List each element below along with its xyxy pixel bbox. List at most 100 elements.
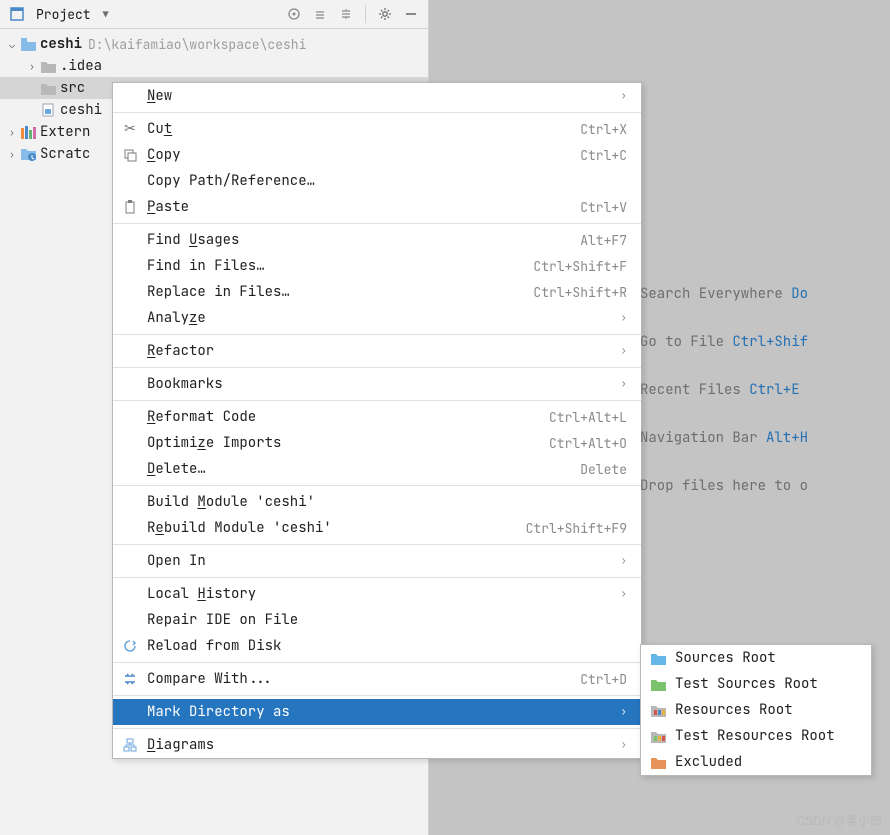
hint-drop-files: Drop files here to o — [640, 462, 890, 510]
submenu-arrow-icon: › — [620, 554, 627, 568]
submenu-arrow-icon: › — [620, 738, 627, 752]
menu-diagrams[interactable]: Diagrams› — [113, 732, 641, 758]
divider — [365, 5, 366, 23]
hint-recent-files: Recent Files Ctrl+E — [640, 366, 890, 414]
menu-copy[interactable]: CopyCtrl+C — [113, 142, 641, 168]
reload-icon — [121, 637, 139, 655]
chevron-right-icon[interactable]: › — [24, 60, 40, 73]
copy-icon — [121, 146, 139, 164]
submenu-mark-directory: Sources Root Test Sources Root Resources… — [640, 644, 872, 776]
folder-resources-icon — [649, 701, 667, 719]
submenu-sources-root[interactable]: Sources Root — [641, 645, 871, 671]
iml-file-icon — [40, 102, 56, 118]
tree-path: D:\kaifamiao\workspace\ceshi — [88, 36, 306, 53]
chevron-down-icon[interactable]: ⌄ — [4, 38, 20, 51]
folder-icon — [40, 58, 56, 74]
menu-replace-in-files[interactable]: Replace in Files…Ctrl+Shift+R — [113, 279, 641, 305]
project-toolbar: Project ▼ — [0, 0, 428, 29]
welcome-hints: Search Everywhere Do Go to File Ctrl+Shi… — [640, 270, 890, 510]
menu-separator — [113, 485, 641, 486]
submenu-test-resources-root[interactable]: Test Resources Root — [641, 723, 871, 749]
menu-optimize[interactable]: Optimize ImportsCtrl+Alt+O — [113, 430, 641, 456]
shortcut: Ctrl+D — [580, 671, 627, 688]
shortcut: Ctrl+C — [580, 147, 627, 164]
menu-repair[interactable]: Repair IDE on File — [113, 607, 641, 633]
menu-reformat[interactable]: Reformat CodeCtrl+Alt+L — [113, 404, 641, 430]
locate-icon[interactable] — [283, 3, 305, 25]
shortcut: Ctrl+Shift+F — [533, 258, 627, 275]
menu-reload[interactable]: Reload from Disk — [113, 633, 641, 659]
menu-bookmarks[interactable]: Bookmarks› — [113, 371, 641, 397]
menu-analyze[interactable]: Analyze› — [113, 305, 641, 331]
tree-node[interactable]: › .idea — [0, 55, 428, 77]
menu-separator — [113, 728, 641, 729]
folder-icon — [40, 80, 56, 96]
menu-separator — [113, 223, 641, 224]
submenu-arrow-icon: › — [620, 89, 627, 103]
watermark: CSDN @茗小郎 — [796, 812, 882, 829]
submenu-resources-root[interactable]: Resources Root — [641, 697, 871, 723]
tree-node-root[interactable]: ⌄ ceshi D:\kaifamiao\workspace\ceshi — [0, 33, 428, 55]
libraries-icon — [20, 124, 36, 140]
shortcut: Alt+F7 — [580, 232, 627, 249]
menu-copy-path[interactable]: Copy Path/Reference… — [113, 168, 641, 194]
menu-mark-directory[interactable]: Mark Directory as› — [113, 699, 641, 725]
submenu-arrow-icon: › — [620, 705, 627, 719]
menu-separator — [113, 695, 641, 696]
hint-navigation-bar: Navigation Bar Alt+H — [640, 414, 890, 462]
menu-compare[interactable]: Compare With...Ctrl+D — [113, 666, 641, 692]
menu-find-in-files[interactable]: Find in Files…Ctrl+Shift+F — [113, 253, 641, 279]
submenu-test-sources-root[interactable]: Test Sources Root — [641, 671, 871, 697]
menu-delete[interactable]: Delete…Delete — [113, 456, 641, 482]
menu-separator — [113, 112, 641, 113]
folder-excluded-icon — [649, 753, 667, 771]
menu-new[interactable]: New› — [113, 83, 641, 109]
submenu-excluded[interactable]: Excluded — [641, 749, 871, 775]
hide-icon[interactable] — [400, 3, 422, 25]
submenu-arrow-icon: › — [620, 587, 627, 601]
submenu-arrow-icon: › — [620, 344, 627, 358]
collapse-all-icon[interactable] — [335, 3, 357, 25]
menu-separator — [113, 334, 641, 335]
shortcut: Ctrl+Shift+F9 — [526, 520, 627, 537]
chevron-down-icon[interactable]: ▼ — [95, 3, 117, 25]
shortcut: Ctrl+Shift+R — [533, 284, 627, 301]
project-icon — [6, 3, 28, 25]
scratches-icon — [20, 146, 36, 162]
shortcut: Ctrl+Alt+O — [549, 435, 627, 452]
menu-refactor[interactable]: Refactor› — [113, 338, 641, 364]
shortcut: Delete — [580, 461, 627, 478]
tree-label: Scratc — [40, 145, 90, 163]
menu-find-usages[interactable]: Find UsagesAlt+F7 — [113, 227, 641, 253]
menu-separator — [113, 544, 641, 545]
cut-icon: ✂ — [121, 120, 139, 138]
module-folder-icon — [20, 36, 36, 52]
expand-all-icon[interactable] — [309, 3, 331, 25]
folder-test-icon — [649, 675, 667, 693]
tree-label: Extern — [40, 123, 90, 141]
menu-local-history[interactable]: Local History› — [113, 581, 641, 607]
folder-sources-icon — [649, 649, 667, 667]
hint-go-to-file: Go to File Ctrl+Shif — [640, 318, 890, 366]
shortcut: Ctrl+X — [580, 121, 627, 138]
menu-separator — [113, 662, 641, 663]
shortcut: Ctrl+Alt+L — [549, 409, 627, 426]
project-title[interactable]: Project — [36, 6, 91, 23]
hint-search-everywhere: Search Everywhere Do — [640, 270, 890, 318]
menu-build[interactable]: Build Module 'ceshi' — [113, 489, 641, 515]
submenu-arrow-icon: › — [620, 311, 627, 325]
menu-cut[interactable]: ✂CutCtrl+X — [113, 116, 641, 142]
menu-separator — [113, 577, 641, 578]
tree-label: src — [60, 79, 85, 97]
paste-icon — [121, 198, 139, 216]
menu-rebuild[interactable]: Rebuild Module 'ceshi'Ctrl+Shift+F9 — [113, 515, 641, 541]
chevron-right-icon[interactable]: › — [4, 126, 20, 139]
chevron-right-icon[interactable]: › — [4, 148, 20, 161]
folder-test-resources-icon — [649, 727, 667, 745]
gear-icon[interactable] — [374, 3, 396, 25]
menu-paste[interactable]: PasteCtrl+V — [113, 194, 641, 220]
menu-open-in[interactable]: Open In› — [113, 548, 641, 574]
tree-label: ceshi — [60, 101, 102, 119]
tree-label: ceshi — [40, 35, 82, 53]
diagram-icon — [121, 736, 139, 754]
